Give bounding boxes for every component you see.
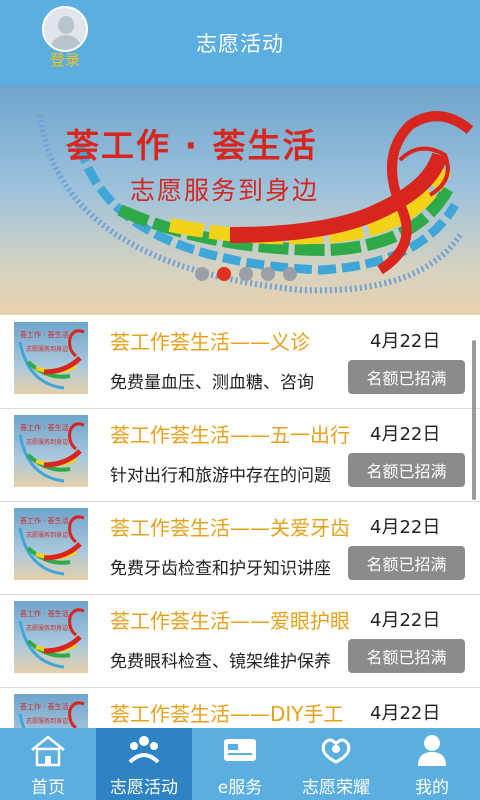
tab-label: 志愿荣耀 (302, 778, 370, 798)
tab-item[interactable]: 我的 (384, 728, 480, 800)
activity-title: 荟工作荟生活——爱眼护眼 (110, 609, 350, 633)
activity-description: 免费眼科检查、镜架维护保养 (110, 652, 331, 672)
activity-title: 荟工作荟生活——义诊 (110, 330, 310, 354)
thumbnail-title: 荟工作 · 荟生活 (20, 610, 69, 618)
thumbnail-subtitle: 志愿服务到身边 (26, 718, 69, 725)
list-scrollbar[interactable] (472, 340, 476, 500)
page-title: 志愿活动 (196, 32, 284, 56)
banner-carousel[interactable]: 荟工作 · 荟生活 志愿服务到身边 (0, 85, 480, 315)
signup-status-button[interactable]: 名额已招满 (348, 639, 465, 673)
activity-date: 4月22日 (370, 424, 441, 445)
tab-item[interactable]: e服务 (192, 728, 288, 800)
thumbnail-title: 荟工作 · 荟生活 (20, 331, 69, 339)
thumbnail-subtitle: 志愿服务到身边 (26, 532, 69, 539)
carousel-dot[interactable] (239, 267, 253, 281)
list-item[interactable]: 荟工作 · 荟生活 志愿服务到身边 荟工作荟生活——义诊 4月22日 免费量血压、测血糖… (0, 316, 480, 409)
signup-status-button[interactable]: 名额已招满 (348, 360, 465, 394)
tab-label: e服务 (217, 778, 263, 798)
activity-description: 针对出行和旅游中存在的问题 (110, 466, 331, 486)
activity-thumbnail: 荟工作 · 荟生活 志愿服务到身边 (14, 601, 88, 673)
thumbnail-title: 荟工作 · 荟生活 (20, 703, 69, 711)
activity-title: 荟工作荟生活——关爱牙齿 (110, 516, 350, 540)
thumbnail-subtitle: 志愿服务到身边 (26, 625, 69, 632)
activity-description: 免费量血压、测血糖、咨询 (110, 373, 314, 393)
activity-thumbnail: 荟工作 · 荟生活 志愿服务到身边 (14, 322, 88, 394)
activity-date: 4月22日 (370, 331, 441, 352)
activity-title: 荟工作荟生活——DIY手工 (110, 702, 344, 726)
activity-date: 4月22日 (370, 517, 441, 538)
list-item[interactable]: 荟工作 · 荟生活 志愿服务到身边 荟工作荟生活——关爱牙齿 4月22日 免费牙齿检查和… (0, 502, 480, 595)
tab-label: 志愿活动 (110, 778, 178, 798)
activity-date: 4月22日 (370, 703, 441, 724)
tab-label: 首页 (31, 778, 65, 798)
tab-label: 我的 (415, 778, 449, 798)
tab-item[interactable]: 首页 (0, 728, 96, 800)
banner-subtitle: 志愿服务到身边 (130, 176, 320, 205)
thumbnail-title: 荟工作 · 荟生活 (20, 517, 69, 525)
app-header: 登录 志愿活动 (0, 0, 480, 85)
thumbnail-title: 荟工作 · 荟生活 (20, 424, 69, 432)
bottom-tab-bar: 首页 志愿活动 e服务 志愿荣耀 我的 (0, 728, 480, 800)
carousel-dot[interactable] (261, 267, 275, 281)
activity-date: 4月22日 (370, 610, 441, 631)
list-item[interactable]: 荟工作 · 荟生活 志愿服务到身边 荟工作荟生活——爱眼护眼 4月22日 免费眼科检查、… (0, 595, 480, 688)
list-item[interactable]: 荟工作 · 荟生活 志愿服务到身边 荟工作荟生活——五一出行 4月22日 针对出行和旅游… (0, 409, 480, 502)
thumbnail-subtitle: 志愿服务到身边 (26, 439, 69, 446)
activity-description: 免费牙齿检查和护牙知识讲座 (110, 559, 331, 579)
activity-thumbnail: 荟工作 · 荟生活 志愿服务到身边 (14, 415, 88, 487)
tab-item[interactable]: 志愿荣耀 (288, 728, 384, 800)
list-item[interactable]: 荟工作 · 荟生活 志愿服务到身边 荟工作荟生活——DIY手工 4月22日 (0, 688, 480, 728)
signup-status-button[interactable]: 名额已招满 (348, 546, 465, 580)
carousel-indicator (195, 267, 297, 281)
carousel-dot[interactable] (283, 267, 297, 281)
activity-list[interactable]: 荟工作 · 荟生活 志愿服务到身边 荟工作荟生活——义诊 4月22日 免费量血压、测血糖… (0, 316, 480, 728)
thumbnail-subtitle: 志愿服务到身边 (26, 346, 69, 353)
tab-item[interactable]: 志愿活动 (96, 728, 192, 800)
carousel-dot[interactable] (217, 267, 231, 281)
signup-status-button[interactable]: 名额已招满 (348, 453, 465, 487)
carousel-dot[interactable] (195, 267, 209, 281)
banner-title: 荟工作 · 荟生活 (66, 126, 318, 165)
activity-thumbnail: 荟工作 · 荟生活 志愿服务到身边 (14, 694, 88, 728)
activity-thumbnail: 荟工作 · 荟生活 志愿服务到身边 (14, 508, 88, 580)
activity-title: 荟工作荟生活——五一出行 (110, 423, 350, 447)
